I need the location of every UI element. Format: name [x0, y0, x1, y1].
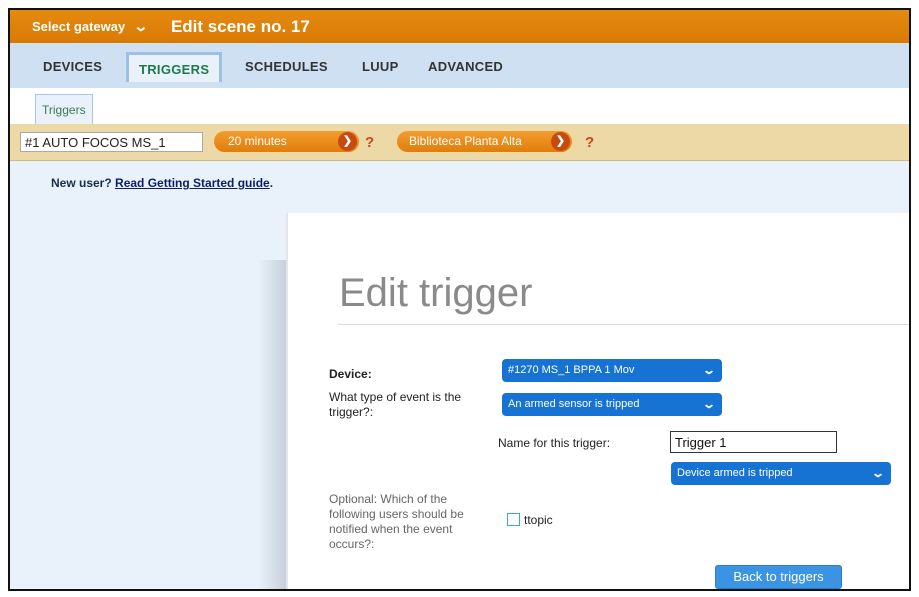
- tab-devices[interactable]: DEVICES: [43, 59, 102, 74]
- page-title: Edit scene no. 17: [170, 16, 310, 36]
- delay-value: 20 minutes: [228, 134, 287, 148]
- notify-label: Optional: Which of the following users s…: [329, 492, 464, 551]
- event-type-select[interactable]: An armed sensor is tripped ⌄: [502, 393, 722, 416]
- tab-luup[interactable]: LUUP: [362, 59, 399, 74]
- scene-name-input[interactable]: [20, 132, 203, 152]
- scene-bar: 20 minutes ❯ ? Biblioteca Planta Alta ❯ …: [10, 124, 909, 161]
- new-user-suffix: .: [269, 176, 274, 190]
- chevron-down-icon[interactable]: ⌄: [871, 462, 885, 485]
- chevron-down-icon[interactable]: ⌄: [702, 359, 716, 382]
- main-nav: DEVICES TRIGGERS SCHEDULES LUUP ADVANCED: [10, 43, 909, 88]
- divider: [338, 324, 909, 325]
- event-type-label: What type of event is the trigger?:: [329, 390, 462, 419]
- armed-state-select[interactable]: Device armed is tripped ⌄: [671, 462, 891, 485]
- trigger-name-label: Name for this trigger:: [498, 436, 611, 450]
- room-select[interactable]: Biblioteca Planta Alta ❯: [397, 131, 572, 152]
- edit-trigger-dialog: Edit trigger Device: #1270 MS_1 BPPA 1 M…: [286, 213, 909, 589]
- chevron-down-icon[interactable]: ⌄: [133, 18, 148, 35]
- notify-user-name: ttopic: [524, 513, 553, 527]
- dialog-title: Edit trigger: [339, 271, 533, 315]
- tab-advanced[interactable]: ADVANCED: [428, 59, 503, 74]
- new-user-note: New user? Read Getting Started guide.: [51, 176, 273, 190]
- new-user-prefix: New user?: [51, 176, 112, 190]
- delay-select[interactable]: 20 minutes ❯: [214, 131, 359, 152]
- chevron-down-icon[interactable]: ❯: [551, 132, 570, 151]
- device-label: Device:: [329, 367, 372, 381]
- help-icon[interactable]: ?: [585, 134, 594, 151]
- armed-state-value: Device armed is tripped: [677, 467, 793, 479]
- select-gateway-button[interactable]: Select gateway: [32, 19, 125, 34]
- getting-started-link[interactable]: Read Getting Started guide: [115, 176, 270, 190]
- chevron-down-icon[interactable]: ⌄: [702, 393, 716, 416]
- chevron-down-icon[interactable]: ❯: [338, 132, 357, 151]
- top-header: Select gateway ⌄ Edit scene no. 17: [10, 10, 909, 43]
- subtab-triggers[interactable]: Triggers: [35, 94, 93, 124]
- tab-schedules[interactable]: SCHEDULES: [245, 59, 328, 74]
- room-value: Biblioteca Planta Alta: [409, 134, 522, 148]
- notify-user-checkbox[interactable]: [507, 513, 520, 526]
- trigger-name-input[interactable]: [670, 431, 837, 453]
- device-value: #1270 MS_1 BPPA 1 Mov: [508, 364, 635, 376]
- device-select[interactable]: #1270 MS_1 BPPA 1 Mov ⌄: [502, 359, 722, 382]
- tab-triggers[interactable]: TRIGGERS: [126, 52, 223, 82]
- help-icon[interactable]: ?: [365, 134, 374, 151]
- app-frame: Select gateway ⌄ Edit scene no. 17 DEVIC…: [8, 8, 911, 591]
- subtab-row: Triggers: [10, 88, 909, 125]
- back-to-triggers-button[interactable]: Back to triggers: [715, 565, 842, 589]
- event-type-value: An armed sensor is tripped: [508, 398, 640, 410]
